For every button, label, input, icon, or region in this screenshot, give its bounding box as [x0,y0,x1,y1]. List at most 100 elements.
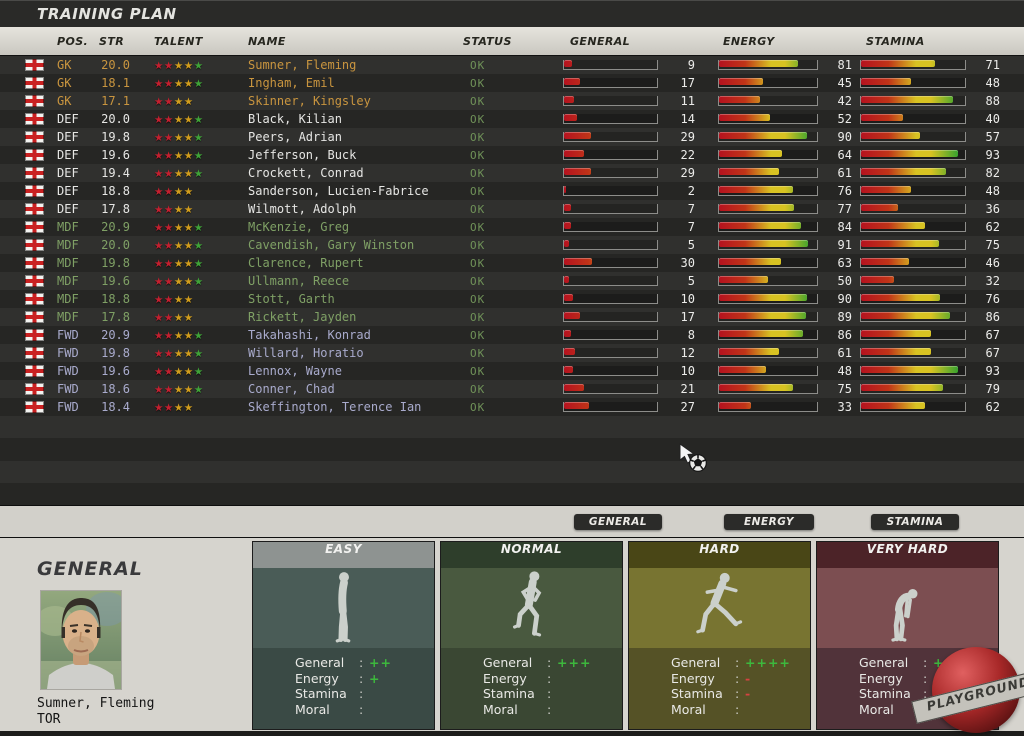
position-cell: FWD [52,400,95,414]
intensity-card-hard[interactable]: HARD General:++++Energy:-Stamina:-Moral: [628,541,811,730]
table-row[interactable]: GK 20.0 ★★★★★ Sumner, Fleming OK 9 81 71 [0,56,1024,74]
stamina-value: 79 [966,382,1000,396]
header-status: STATUS [455,35,560,48]
general-filter-button[interactable]: GENERAL [574,514,662,530]
jogging-figure-icon [502,570,562,646]
talent-star-icon: ★ [194,384,204,396]
table-row[interactable]: DEF 18.8 ★★★★ Sanderson, Lucien-Fabrice … [0,182,1024,200]
position-cell: MDF [52,274,95,288]
england-flag-icon [25,257,44,269]
stamina-bar [860,258,966,268]
card-stats: General:++++Energy:-Stamina:-Moral: [629,648,810,729]
general-value: 8 [660,328,695,342]
stamina-bar [860,168,966,178]
talent-star-icon: ★ [184,330,194,342]
player-name-cell: Crockett, Conrad [248,166,455,180]
table-row[interactable]: DEF 17.8 ★★★★ Wilmott, Adolph OK 7 77 36 [0,200,1024,218]
status-cell: OK [455,239,560,252]
england-flag-icon [25,221,44,233]
general-bar [563,258,658,268]
energy-filter-button[interactable]: ENERGY [724,514,814,530]
talent-star-icon: ★ [154,402,164,414]
stamina-bar [860,78,966,88]
table-row[interactable]: DEF 19.6 ★★★★★ Jefferson, Buck OK 22 64 … [0,146,1024,164]
general-bar [563,96,658,106]
talent-star-icon: ★ [184,78,194,90]
table-row[interactable]: FWD 19.8 ★★★★★ Willard, Horatio OK 12 61… [0,344,1024,362]
table-row[interactable]: DEF 20.0 ★★★★★ Black, Kilian OK 14 52 40 [0,110,1024,128]
talent-star-icon: ★ [174,258,184,270]
talent-star-icon: ★ [184,294,194,306]
player-portrait [40,590,122,690]
talent-stars: ★★★★★ [140,76,248,90]
talent-star-icon: ★ [184,276,194,288]
general-bar [563,384,658,394]
card-stat-row: General:++++ [629,655,810,671]
intensity-card-normal[interactable]: NORMAL General:+++Energy:Stamina:Moral: [440,541,623,730]
table-row[interactable]: DEF 19.8 ★★★★★ Peers, Adrian OK 29 90 57 [0,128,1024,146]
table-row[interactable]: FWD 18.4 ★★★★ Skeffington, Terence Ian O… [0,398,1024,416]
player-name-cell: Willard, Horatio [248,346,455,360]
card-stats: General:+++Energy:Stamina:Moral: [441,648,622,729]
england-flag-icon [25,401,44,413]
talent-star-icon: ★ [174,348,184,360]
table-row[interactable]: MDF 17.8 ★★★★ Rickett, Jayden OK 17 89 8… [0,308,1024,326]
table-row[interactable]: MDF 19.8 ★★★★★ Clarence, Rupert OK 30 63… [0,254,1024,272]
talent-star-icon: ★ [184,204,194,216]
card-title: VERY HARD [817,542,998,568]
table-row[interactable]: MDF 20.0 ★★★★★ Cavendish, Gary Winston O… [0,236,1024,254]
energy-value: 52 [820,112,852,126]
status-cell: OK [455,95,560,108]
table-row[interactable]: FWD 19.6 ★★★★★ Lennox, Wayne OK 10 48 93 [0,362,1024,380]
general-bar [563,222,658,232]
stamina-bar [860,276,966,286]
energy-bar [718,258,818,268]
england-flag-icon [25,239,44,251]
general-bar [563,312,658,322]
stamina-filter-button[interactable]: STAMINA [871,514,959,530]
energy-bar [718,96,818,106]
talent-star-icon: ★ [164,366,174,378]
energy-bar [718,312,818,322]
talent-star-icon: ★ [184,240,194,252]
talent-star-icon: ★ [164,294,174,306]
position-cell: GK [52,58,95,72]
talent-star-icon: ★ [174,168,184,180]
talent-star-icon: ★ [164,132,174,144]
talent-star-icon: ★ [184,258,194,270]
player-name-cell: Skinner, Kingsley [248,94,455,108]
table-row[interactable]: GK 17.1 ★★★★ Skinner, Kingsley OK 11 42 … [0,92,1024,110]
strength-cell: 18.1 [95,76,140,90]
header-talent: TALENT [140,35,248,48]
player-name-cell: Ullmann, Reece [248,274,455,288]
talent-star-icon: ★ [194,276,204,288]
general-bar [563,150,658,160]
talent-star-icon: ★ [164,222,174,234]
intensity-card-easy[interactable]: EASY General:++Energy:+Stamina:Moral: [252,541,435,730]
status-cell: OK [455,59,560,72]
energy-bar [718,240,818,250]
card-stat-row: Energy: [441,671,622,687]
table-row[interactable]: MDF 18.8 ★★★★ Stott, Garth OK 10 90 76 [0,290,1024,308]
talent-star-icon: ★ [194,366,204,378]
talent-star-icon: ★ [174,60,184,72]
empty-row [0,483,1024,505]
status-cell: OK [455,77,560,90]
table-row[interactable]: MDF 19.6 ★★★★★ Ullmann, Reece OK 5 50 32 [0,272,1024,290]
energy-bar [718,132,818,142]
general-value: 21 [660,382,695,396]
energy-bar [718,276,818,286]
strength-cell: 18.4 [95,400,140,414]
table-row[interactable]: GK 18.1 ★★★★★ Ingham, Emil OK 17 45 48 [0,74,1024,92]
table-row[interactable]: FWD 18.6 ★★★★★ Conner, Chad OK 21 75 79 [0,380,1024,398]
strength-cell: 20.0 [95,58,140,72]
table-row[interactable]: DEF 19.4 ★★★★★ Crockett, Conrad OK 29 61… [0,164,1024,182]
table-row[interactable]: MDF 20.9 ★★★★★ McKenzie, Greg OK 7 84 62 [0,218,1024,236]
header-general: GENERAL [560,35,660,48]
talent-star-icon: ★ [154,312,164,324]
general-value: 10 [660,292,695,306]
talent-star-icon: ★ [154,96,164,108]
talent-star-icon: ★ [164,276,174,288]
detail-heading: GENERAL [37,558,143,580]
table-row[interactable]: FWD 20.9 ★★★★★ Takahashi, Konrad OK 8 86… [0,326,1024,344]
